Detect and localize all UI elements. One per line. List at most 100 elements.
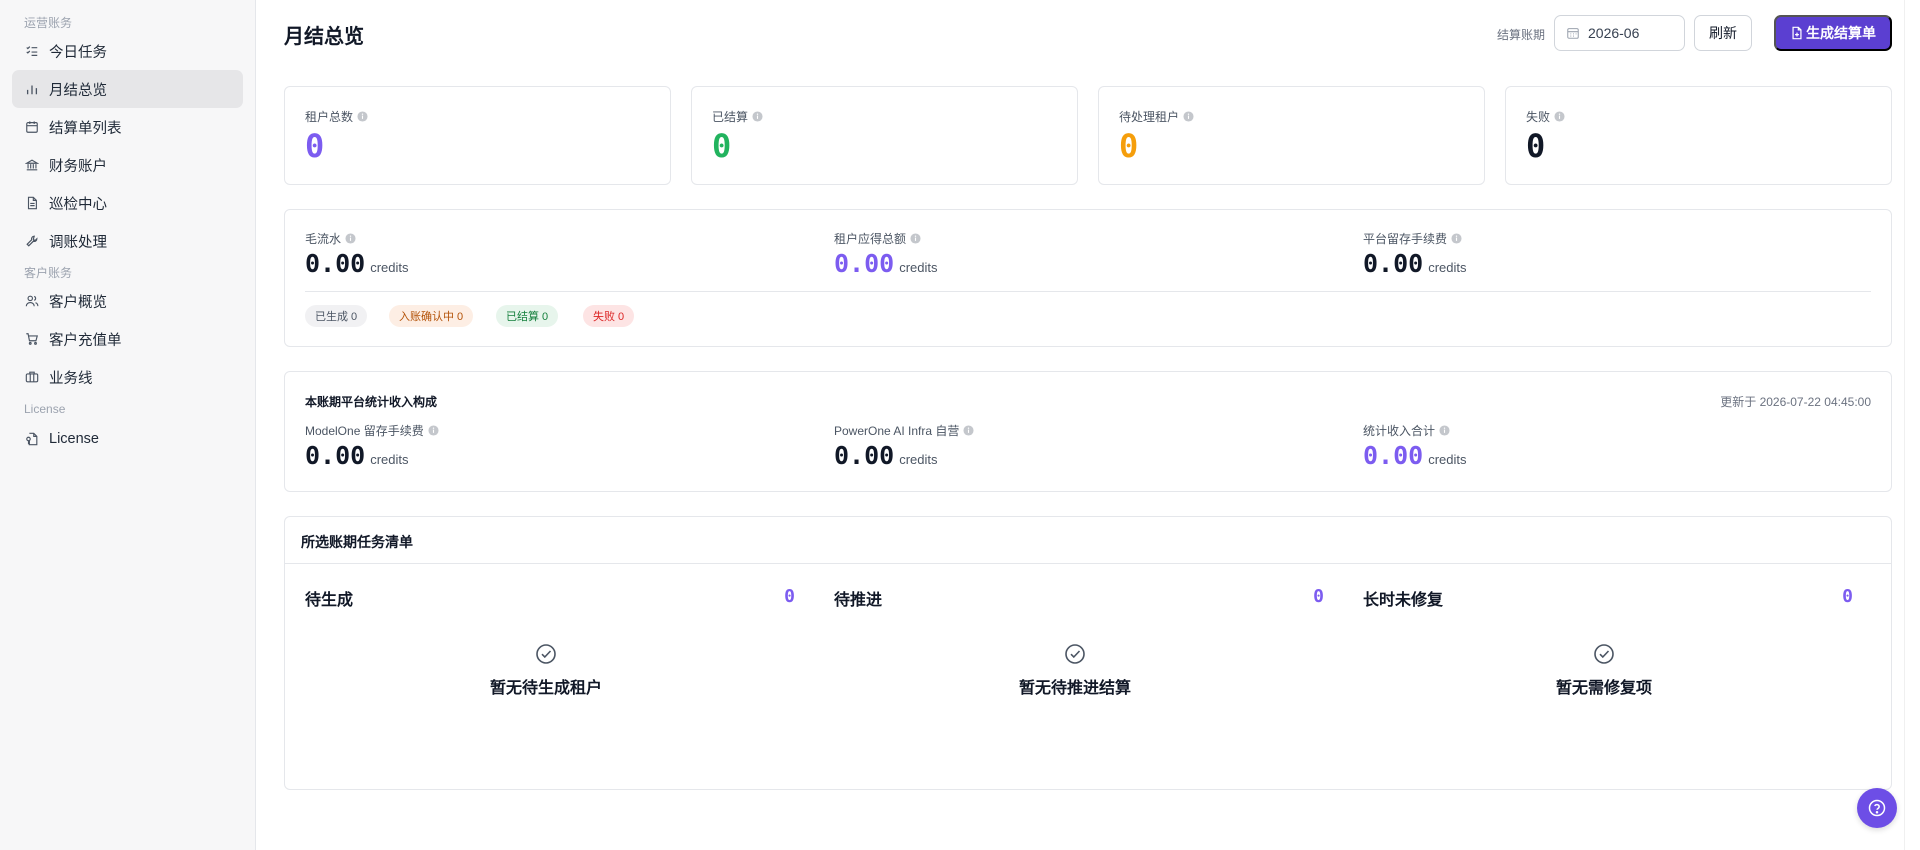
updated-timestamp: 更新于 2026-07-22 04:45:00	[1720, 395, 1871, 409]
sidebar-section-title: License	[24, 402, 66, 416]
status-badge-settled: 已结算 0	[496, 305, 559, 327]
calendar-icon	[24, 119, 40, 135]
sidebar-section-title: 运营账务	[24, 16, 73, 30]
money-label-wrap: 统计收入合计	[1363, 422, 1467, 438]
platform-retained-fee: 平台留存手续费 0.00 credits	[1363, 230, 1467, 279]
money-label-wrap: ModelOne 留存手续费	[305, 422, 439, 438]
money-label-wrap: 租户应得总额	[834, 230, 938, 246]
status-badge-confirming: 入账确认中 0	[389, 305, 474, 327]
empty-state-text: 暂无需修复项	[1555, 680, 1652, 697]
money-unit: credits	[370, 260, 409, 275]
money-value: 0.00	[305, 441, 366, 470]
stat-label-wrap: 租户总数	[305, 108, 368, 125]
revenue-summary-card: 毛流水 0.00 credits 租户应得总额 0.00 credits 平台留…	[284, 209, 1892, 347]
file-key-icon	[24, 431, 40, 447]
refresh-button[interactable]: 刷新	[1694, 15, 1752, 51]
info-icon[interactable]	[357, 111, 368, 122]
sidebar-item-customer-overview[interactable]: 客户概览	[12, 282, 243, 320]
bar-chart-icon	[24, 81, 40, 97]
stat-value: 0	[1526, 127, 1546, 165]
stat-label: 待处理租户	[1119, 110, 1180, 124]
stat-label-wrap: 失败	[1526, 108, 1565, 125]
task-column-count: 0	[784, 586, 795, 607]
stat-card-settled: 已结算 0	[691, 86, 1078, 185]
help-button[interactable]	[1857, 788, 1897, 828]
money-unit: credits	[899, 452, 938, 467]
calendar-icon	[1566, 26, 1580, 40]
money-label: 租户应得总额	[834, 231, 907, 246]
help-icon	[1868, 799, 1886, 817]
info-icon[interactable]	[345, 232, 356, 244]
divider	[305, 291, 1871, 292]
stat-label: 已结算	[712, 110, 749, 124]
info-icon[interactable]	[1439, 424, 1450, 436]
info-icon[interactable]	[752, 111, 763, 122]
task-column-to-advance: 待推进 0 暂无待推进结算	[814, 564, 1324, 790]
stat-label: 租户总数	[305, 110, 354, 124]
money-value-wrap: 0.00 credits	[1363, 441, 1467, 470]
task-column-title: 长时未修复	[1363, 592, 1444, 609]
info-icon[interactable]	[428, 424, 439, 436]
check-circle-icon	[535, 643, 557, 665]
info-icon[interactable]	[910, 232, 921, 244]
money-label: ModelOne 留存手续费	[305, 423, 424, 438]
sidebar-item-label: License	[49, 431, 99, 447]
file-plus-icon	[1790, 26, 1804, 40]
money-unit: credits	[1428, 260, 1467, 275]
stat-label: 失败	[1526, 110, 1551, 124]
sidebar-item-settlement-list[interactable]: 结算单列表	[12, 108, 243, 146]
stat-value: 0	[305, 127, 325, 165]
task-column-count: 0	[1842, 586, 1853, 607]
money-label-wrap: 毛流水	[305, 230, 409, 246]
money-value: 0.00	[1363, 441, 1424, 470]
sidebar-item-label: 客户充值单	[49, 332, 122, 349]
users-icon	[24, 293, 40, 309]
sidebar-item-license[interactable]: License	[12, 420, 243, 458]
document-icon	[24, 195, 40, 211]
info-icon[interactable]	[1183, 111, 1194, 122]
stat-label-wrap: 已结算	[712, 108, 763, 125]
sidebar-item-adjustment[interactable]: 调账处理	[12, 222, 243, 260]
sidebar-item-customer-recharge[interactable]: 客户充值单	[12, 320, 243, 358]
task-column-title: 待生成	[305, 592, 354, 609]
empty-state-text: 暂无待推进结算	[1018, 680, 1131, 697]
period-picker[interactable]: 2026-06	[1554, 15, 1685, 51]
sidebar-section-title: 客户账务	[24, 266, 73, 280]
task-column-to-generate: 待生成 0 暂无待生成租户	[285, 564, 795, 790]
sidebar-item-monthly-overview[interactable]: 月结总览	[12, 70, 243, 108]
task-title: 所选账期任务清单	[301, 534, 413, 550]
tenant-payable-total: 租户应得总额 0.00 credits	[834, 230, 938, 279]
money-value: 0.00	[305, 249, 366, 278]
sidebar-item-label: 月结总览	[49, 82, 107, 99]
sidebar-item-business-line[interactable]: 业务线	[12, 358, 243, 396]
cart-icon	[24, 331, 40, 347]
info-icon[interactable]	[1451, 232, 1462, 244]
bank-icon	[24, 157, 40, 173]
stat-card-pending-tenants: 待处理租户 0	[1098, 86, 1485, 185]
info-icon[interactable]	[963, 424, 974, 436]
sidebar-item-label: 调账处理	[49, 234, 107, 251]
gross-revenue: 毛流水 0.00 credits	[305, 230, 409, 279]
task-column-long-unrepaired: 长时未修复 0 暂无需修复项	[1343, 564, 1853, 790]
scrollbar[interactable]	[1904, 0, 1920, 850]
money-value-wrap: 0.00 credits	[834, 441, 974, 470]
generate-settlement-button[interactable]: 生成结算单	[1774, 15, 1892, 51]
sidebar-item-today-tasks[interactable]: 今日任务	[12, 32, 243, 70]
sidebar-item-inspection-center[interactable]: 巡检中心	[12, 184, 243, 222]
check-circle-icon	[1593, 643, 1615, 665]
info-icon[interactable]	[1554, 111, 1565, 122]
income-breakdown-card: 本账期平台统计收入构成 更新于 2026-07-22 04:45:00 Mode…	[284, 371, 1892, 492]
task-column-title: 待推进	[834, 592, 883, 609]
status-badge-generated: 已生成 0	[305, 305, 368, 327]
money-value: 0.00	[834, 441, 895, 470]
page-header: 月结总览 结算账期 2026-06 刷新 生成结算单	[284, 14, 1892, 54]
money-label: PowerOne AI Infra 自营	[834, 423, 960, 438]
money-label: 毛流水	[305, 231, 342, 246]
money-label: 统计收入合计	[1363, 423, 1436, 438]
money-label: 平台留存手续费	[1363, 231, 1448, 246]
powerone-self-operated: PowerOne AI Infra 自营 0.00 credits	[834, 422, 974, 470]
sidebar-item-finance-account[interactable]: 财务账户	[12, 146, 243, 184]
money-value-wrap: 0.00 credits	[1363, 249, 1467, 278]
task-header: 所选账期任务清单	[285, 517, 1891, 564]
sidebar-item-label: 巡检中心	[49, 196, 107, 213]
